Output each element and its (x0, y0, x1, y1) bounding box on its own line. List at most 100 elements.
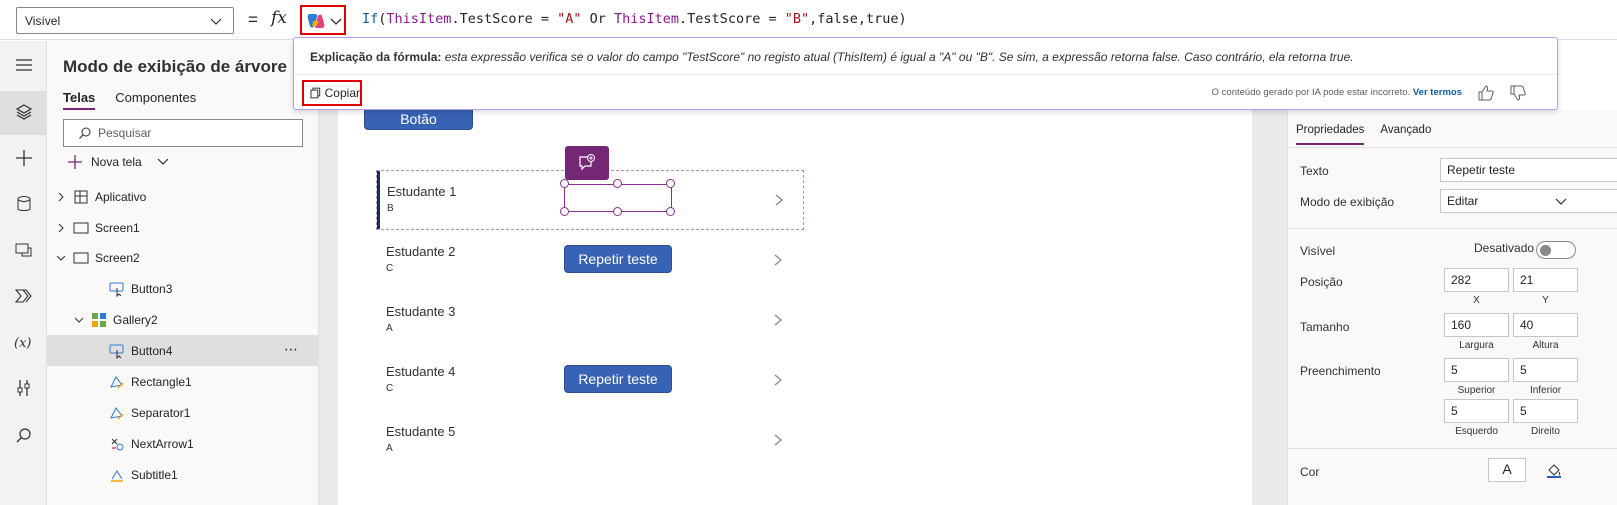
tree-item-gallery2[interactable]: Gallery2 (47, 304, 319, 335)
fill-bucket-icon[interactable] (1546, 462, 1562, 478)
visible-toggle[interactable] (1536, 241, 1576, 259)
chevron-right-icon[interactable] (55, 222, 67, 234)
modo-exibicao-label: Modo de exibição (1300, 195, 1395, 209)
resize-handle[interactable] (560, 179, 569, 188)
tree-item-label: Screen2 (95, 250, 140, 265)
visivel-state: Desativado (1474, 241, 1535, 255)
modo-exibicao-dropdown[interactable]: Editar (1440, 189, 1617, 213)
formula-editor[interactable]: If(ThisItem.TestScore = "A" Or ThisItem.… (362, 11, 907, 27)
spacer (91, 376, 103, 388)
tree-item-button3[interactable]: Button3 (47, 273, 319, 304)
tab-propriedades[interactable]: Propriedades (1296, 124, 1365, 145)
copy-icon (310, 87, 321, 99)
resize-handle[interactable] (613, 179, 622, 188)
next-arrow-icon[interactable] (772, 433, 784, 447)
padding-top-input[interactable]: 5 (1444, 358, 1509, 382)
power-automate-icon[interactable] (14, 286, 34, 306)
text-color-picker[interactable]: A (1488, 458, 1526, 482)
media-icon[interactable] (14, 240, 34, 260)
search-icon[interactable] (14, 426, 34, 446)
position-x-input[interactable]: 282 (1444, 268, 1509, 292)
padding-left-input[interactable]: 5 (1444, 399, 1509, 423)
student-grade: C (386, 263, 394, 274)
tab-componentes[interactable]: Componentes (115, 90, 196, 110)
chevron-down-icon (1555, 198, 1567, 205)
tree-search-input[interactable]: Pesquisar (63, 119, 303, 147)
chevron-right-icon[interactable] (55, 191, 67, 203)
divider (294, 74, 1557, 75)
search-placeholder: Pesquisar (98, 126, 152, 140)
tree-view-layers-icon[interactable] (14, 102, 34, 122)
y-caption: Y (1542, 295, 1549, 306)
new-screen-button[interactable]: Nova tela (67, 154, 170, 170)
terms-link[interactable]: Ver termos (1413, 87, 1462, 98)
next-arrow-icon[interactable] (772, 373, 784, 387)
formula-token: ThisItem (386, 11, 452, 27)
width-input[interactable]: 160 (1444, 313, 1509, 337)
tree-item-screen2[interactable]: Screen2 (47, 242, 319, 273)
position-y-input[interactable]: 21 (1513, 268, 1578, 292)
property-dropdown[interactable]: Visível (16, 7, 234, 34)
resize-handle[interactable] (560, 207, 569, 216)
repetir-teste-button[interactable]: Repetir teste (564, 245, 672, 273)
button-icon (109, 282, 124, 297)
tree-item-rectangle1[interactable]: Rectangle1 (47, 366, 319, 397)
explanation-heading: Explicação da fórmula: (310, 50, 442, 64)
tree-item-screen1[interactable]: Screen1 (47, 212, 319, 243)
add-comment-button[interactable] (565, 146, 609, 180)
thumbs-up-icon[interactable] (1477, 84, 1495, 102)
tree-item-label: NextArrow1 (131, 436, 194, 451)
chevron-down-icon[interactable] (150, 156, 170, 168)
padding-right-value: 5 (1520, 404, 1527, 418)
tree-item-label: Gallery2 (113, 312, 158, 327)
advanced-tools-icon[interactable] (14, 378, 34, 398)
gallery-item[interactable]: Estudante 5 A (376, 411, 804, 471)
tree-item-subtitle1[interactable]: Subtitle1 (47, 459, 319, 490)
height-value: 40 (1520, 318, 1534, 332)
resize-handle[interactable] (613, 207, 622, 216)
tab-telas[interactable]: Telas (63, 90, 96, 110)
insert-plus-icon[interactable] (14, 148, 34, 168)
student-name: Estudante 1 (387, 184, 457, 199)
explanation-text: Explicação da fórmula: esta expressão ve… (310, 50, 1354, 64)
next-arrow-icon[interactable] (772, 253, 784, 267)
thumbs-down-icon[interactable] (1509, 84, 1527, 102)
tree-item-label: Aplicativo (95, 189, 147, 204)
texto-input[interactable]: Repetir teste (1440, 158, 1617, 182)
gallery-item[interactable]: Estudante 3 A (376, 291, 804, 351)
padding-left-value: 5 (1451, 404, 1458, 418)
next-arrow-icon[interactable] (773, 193, 785, 207)
copilot-button[interactable] (300, 5, 346, 35)
new-screen-label: Nova tela (91, 155, 142, 169)
more-options-icon[interactable]: ⋯ (284, 341, 299, 358)
tree-item-button4[interactable]: Button4 ⋯ (47, 335, 319, 366)
chevron-down-icon (330, 18, 342, 25)
variables-icon[interactable]: (x) (14, 332, 34, 352)
texto-value: Repetir teste (1447, 163, 1516, 177)
resize-handle[interactable] (666, 207, 675, 216)
repetir-teste-button[interactable]: Repetir teste (564, 365, 672, 393)
padding-right-input[interactable]: 5 (1513, 399, 1578, 423)
preenchimento-label: Preenchimento (1300, 364, 1381, 378)
tree-item-nextarrow1[interactable]: NextArrow1 (47, 428, 319, 459)
tree-item-aplicativo[interactable]: Aplicativo (47, 181, 319, 212)
chevron-down-icon[interactable] (55, 252, 67, 264)
gallery-icon (92, 312, 106, 327)
chevron-down-icon[interactable] (73, 314, 85, 326)
tree-item-separator1[interactable]: Separator1 (47, 397, 319, 428)
selected-row-indicator (377, 171, 380, 229)
hamburger-menu-icon[interactable] (14, 55, 34, 75)
next-arrow-icon[interactable] (772, 313, 784, 327)
texto-label: Texto (1300, 164, 1329, 178)
copy-button[interactable]: Copiar (302, 80, 362, 106)
comment-add-icon (579, 154, 595, 171)
resize-handle[interactable] (666, 179, 675, 188)
student-grade: A (386, 443, 393, 454)
padding-bottom-input[interactable]: 5 (1513, 358, 1578, 382)
data-cylinder-icon[interactable] (14, 194, 34, 214)
height-input[interactable]: 40 (1513, 313, 1578, 337)
formula-token: .TestScore = (679, 11, 785, 27)
canvas-botao-button[interactable]: Botão (364, 108, 473, 130)
tab-avancado[interactable]: Avançado (1380, 124, 1431, 145)
properties-tabs: Propriedades Avançado (1296, 124, 1431, 145)
